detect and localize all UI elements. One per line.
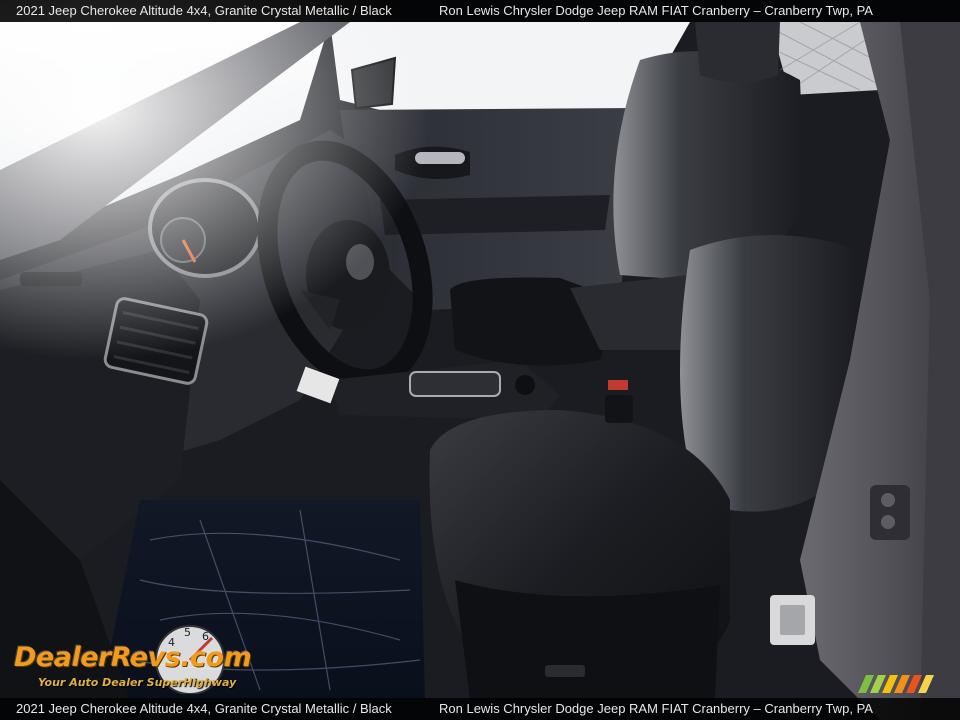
watermark-tagline: Your Auto Dealer SuperHighway	[38, 676, 237, 689]
color-stripes-logo	[858, 675, 934, 693]
car-interior-photo	[0, 0, 960, 720]
caption-bar-bottom: 2021 Jeep Cherokee Altitude 4x4, Granite…	[0, 698, 960, 720]
vehicle-caption-bottom: 2021 Jeep Cherokee Altitude 4x4, Granite…	[16, 701, 392, 716]
svg-text:5: 5	[184, 626, 191, 639]
dealer-caption-bottom: Ron Lewis Chrysler Dodge Jeep RAM FIAT C…	[439, 701, 873, 716]
dealer-caption: Ron Lewis Chrysler Dodge Jeep RAM FIAT C…	[439, 3, 873, 18]
caption-bar-top: 2021 Jeep Cherokee Altitude 4x4, Granite…	[0, 0, 960, 22]
dealerrevs-watermark: 4 5 6 DealerRevs.com Your Auto Dealer Su…	[12, 622, 272, 694]
watermark-brand: DealerRevs.com	[14, 642, 252, 673]
vehicle-caption: 2021 Jeep Cherokee Altitude 4x4, Granite…	[16, 3, 392, 18]
